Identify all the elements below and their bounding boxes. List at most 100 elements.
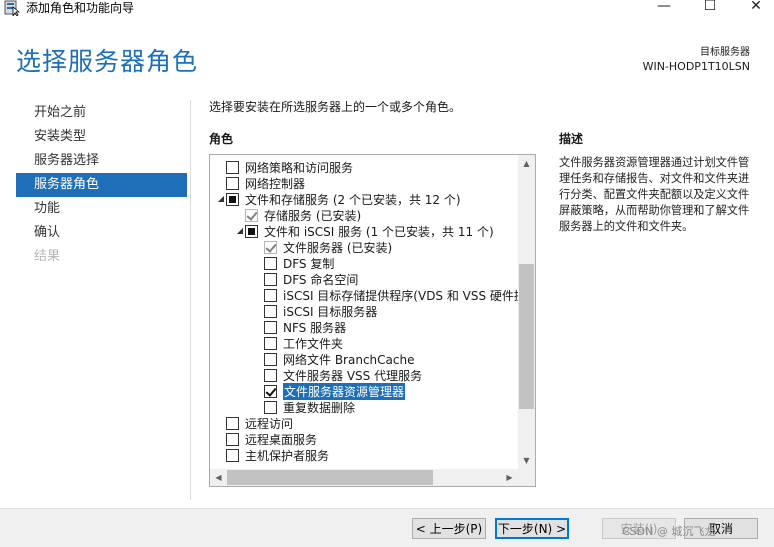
tree-row[interactable]: 网络控制器: [216, 175, 518, 191]
previous-button[interactable]: < 上一步(P): [412, 518, 486, 539]
tree-row[interactable]: DFS 复制: [254, 255, 518, 271]
roles-heading: 角色: [209, 132, 234, 146]
maximize-button[interactable]: ☐: [690, 0, 730, 16]
wizard-footer: < 上一步(P) 下一步(N) > 安装(I) 取消 CSDN @ 城沉飞龙: [0, 508, 774, 547]
role-label[interactable]: 远程访问: [245, 415, 293, 432]
tree-row[interactable]: 远程访问: [216, 415, 518, 431]
target-server-label: 目标服务器: [700, 47, 750, 58]
horizontal-scroll-thumb[interactable]: [227, 470, 433, 485]
role-label[interactable]: 工作文件夹: [283, 335, 343, 352]
role-label[interactable]: 存储服务 (已安装): [264, 207, 361, 224]
maximize-icon: ☐: [703, 0, 717, 14]
tree-row[interactable]: ◢ 文件和存储服务 (2 个已安装，共 12 个): [216, 191, 518, 207]
target-server-name: WIN-HODP1T10LSN: [642, 60, 750, 73]
role-checkbox[interactable]: [245, 224, 258, 238]
tree-row[interactable]: 工作文件夹: [254, 335, 518, 351]
horizontal-scrollbar[interactable]: ◀ ▶: [210, 469, 518, 486]
role-label[interactable]: 文件服务器 (已安装): [283, 239, 392, 256]
install-button: 安装(I): [602, 518, 676, 539]
role-checkbox[interactable]: [226, 432, 239, 446]
tree-row[interactable]: NFS 服务器: [254, 319, 518, 335]
tree-row[interactable]: 主机保护者服务: [216, 447, 518, 463]
role-checkbox[interactable]: [264, 368, 277, 382]
role-label[interactable]: 网络控制器: [245, 175, 305, 192]
tree-row[interactable]: 文件服务器资源管理器: [254, 382, 518, 400]
role-label[interactable]: 文件和 iSCSI 服务 (1 个已安装，共 11 个): [264, 223, 494, 240]
window-title: 添加角色和功能向导: [26, 1, 135, 15]
role-label[interactable]: 远程桌面服务: [245, 431, 317, 448]
nav-divider: [190, 100, 191, 500]
collapse-arrow-icon[interactable]: ◢: [216, 191, 226, 207]
tree-row[interactable]: DFS 命名空间: [254, 271, 518, 287]
role-checkbox[interactable]: [264, 352, 277, 366]
roles-tree-viewport: 网络策略和访问服务 网络控制器 ◢ 文件和存储服务 (2 个已安装，共 12 个) 存储…: [210, 155, 518, 469]
nav-item-server-selection[interactable]: 服务器选择: [16, 149, 187, 173]
role-checkbox[interactable]: [264, 336, 277, 350]
role-label[interactable]: DFS 命名空间: [283, 271, 358, 288]
scroll-left-icon[interactable]: ◀: [210, 469, 227, 486]
role-label[interactable]: 文件服务器资源管理器: [283, 382, 406, 400]
description-heading: 描述: [559, 132, 584, 146]
scroll-corner: [518, 469, 535, 486]
nav-item-installation-type[interactable]: 安装类型: [16, 125, 187, 149]
role-label[interactable]: 网络策略和访问服务: [245, 159, 353, 176]
tree-row[interactable]: 远程桌面服务: [216, 431, 518, 447]
role-checkbox[interactable]: [264, 320, 277, 334]
role-label[interactable]: DFS 复制: [283, 255, 334, 272]
close-button[interactable]: ✕: [736, 0, 774, 16]
tree-row[interactable]: ◢ 文件和 iSCSI 服务 (1 个已安装，共 11 个): [235, 223, 518, 239]
cancel-button[interactable]: 取消: [684, 518, 758, 539]
role-checkbox[interactable]: [264, 384, 277, 398]
tree-row[interactable]: 文件服务器 VSS 代理服务: [254, 367, 518, 383]
tree-row[interactable]: 网络文件 BranchCache: [254, 351, 518, 367]
role-label[interactable]: 网络文件 BranchCache: [283, 351, 414, 368]
role-checkbox[interactable]: [226, 160, 239, 174]
role-checkbox[interactable]: [264, 256, 277, 270]
minimize-button[interactable]: —: [644, 0, 684, 16]
title-bar: 添加角色和功能向导 — ☐ ✕: [0, 0, 774, 16]
nav-item-before-you-begin[interactable]: 开始之前: [16, 101, 187, 125]
nav-item-features[interactable]: 功能: [16, 197, 187, 221]
role-label[interactable]: iSCSI 目标服务器: [283, 303, 377, 320]
role-checkbox[interactable]: [264, 272, 277, 286]
nav-item-server-roles[interactable]: 服务器角色: [16, 173, 187, 197]
tree-row[interactable]: 重复数据删除: [254, 399, 518, 415]
tree-row[interactable]: iSCSI 目标存储提供程序(VDS 和 VSS 硬件提: [254, 287, 518, 303]
close-icon: ✕: [750, 0, 762, 14]
tree-row[interactable]: 网络策略和访问服务: [216, 159, 518, 175]
role-checkbox[interactable]: [264, 304, 277, 318]
role-checkbox[interactable]: [264, 288, 277, 302]
role-label[interactable]: iSCSI 目标存储提供程序(VDS 和 VSS 硬件提: [283, 287, 518, 304]
scroll-up-icon[interactable]: ▲: [518, 155, 535, 172]
role-label[interactable]: 主机保护者服务: [245, 447, 329, 464]
role-checkbox[interactable]: [226, 176, 239, 190]
role-checkbox[interactable]: [226, 416, 239, 430]
role-label[interactable]: 文件和存储服务 (2 个已安装，共 12 个): [245, 191, 461, 208]
role-label[interactable]: NFS 服务器: [283, 319, 346, 336]
nav-item-confirmation[interactable]: 确认: [16, 221, 187, 245]
vertical-scrollbar[interactable]: ▲ ▼: [518, 155, 535, 469]
tree-row[interactable]: iSCSI 目标服务器: [254, 303, 518, 319]
role-checkbox[interactable]: [226, 448, 239, 462]
role-label[interactable]: 重复数据删除: [283, 399, 355, 416]
next-button[interactable]: 下一步(N) >: [495, 518, 569, 539]
nav-item-results: 结果: [34, 249, 61, 264]
scroll-down-icon[interactable]: ▼: [518, 452, 535, 469]
roles-tree[interactable]: 网络策略和访问服务 网络控制器 ◢ 文件和存储服务 (2 个已安装，共 12 个) 存储…: [209, 154, 536, 487]
vertical-scroll-thumb[interactable]: [519, 263, 534, 409]
collapse-arrow-icon[interactable]: ◢: [235, 223, 245, 239]
role-checkbox[interactable]: [264, 400, 277, 414]
role-label[interactable]: 文件服务器 VSS 代理服务: [283, 367, 422, 384]
tree-row[interactable]: 文件服务器 (已安装): [254, 239, 518, 255]
tree-row[interactable]: 存储服务 (已安装): [235, 207, 518, 223]
role-checkbox[interactable]: [226, 192, 239, 206]
scroll-right-icon[interactable]: ▶: [501, 469, 518, 486]
server-manager-icon: [4, 0, 20, 16]
